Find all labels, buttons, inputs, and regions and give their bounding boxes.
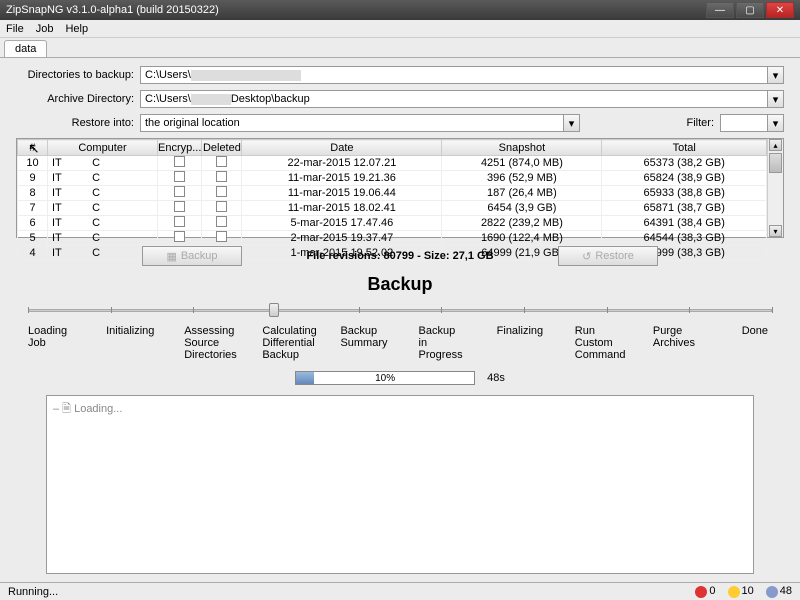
restore-label: Restore into: xyxy=(16,117,134,129)
stage-label: Done xyxy=(731,325,772,361)
disk-icon: ▦ xyxy=(166,250,176,263)
table-row[interactable]: 9IT C11-mar-2015 19.21.36396 (52,9 MB)65… xyxy=(18,171,767,186)
section-title: Backup xyxy=(16,274,784,295)
revision-info: File revisions: 80799 - Size: 27,1 GB xyxy=(250,250,550,262)
menubar: File Job Help xyxy=(0,20,800,38)
log-box: – 🗎 Loading... xyxy=(46,395,754,574)
filter-label: Filter: xyxy=(596,117,714,129)
stage-label: RunCustomCommand xyxy=(575,325,653,361)
dirs-combo[interactable]: C:\Users\ ▾ xyxy=(140,66,784,84)
progress-slider[interactable] xyxy=(28,303,772,317)
tab-data[interactable]: data xyxy=(4,40,47,57)
menu-help[interactable]: Help xyxy=(65,23,88,35)
checkbox[interactable] xyxy=(216,186,227,197)
minimize-button[interactable]: — xyxy=(706,2,734,18)
menu-file[interactable]: File xyxy=(6,23,24,35)
col-header[interactable]: Deleted xyxy=(202,140,242,156)
dirs-label: Directories to backup: xyxy=(16,69,134,81)
checkbox[interactable] xyxy=(216,171,227,182)
stage-label: CalculatingDifferentialBackup xyxy=(262,325,340,361)
status-info: 48 xyxy=(766,585,792,597)
stage-label: AssessingSourceDirectories xyxy=(184,325,262,361)
archive-value-post: Desktop\backup xyxy=(231,93,310,105)
stages-row: LoadingJobInitializingAssessingSourceDir… xyxy=(28,325,772,361)
restore-button[interactable]: ↺ Restore xyxy=(558,246,658,266)
stage-label: Finalizing xyxy=(497,325,575,361)
col-header[interactable]: Total xyxy=(602,140,767,156)
log-line: Loading... xyxy=(74,403,122,415)
table-row[interactable]: 6IT C5-mar-2015 17.47.462822 (239,2 MB)6… xyxy=(18,216,767,231)
slider-handle[interactable] xyxy=(269,303,279,317)
col-header[interactable]: Encryp... xyxy=(158,140,202,156)
stage-label: Initializing xyxy=(106,325,184,361)
chevron-down-icon[interactable]: ▾ xyxy=(767,67,783,83)
close-button[interactable]: ✕ xyxy=(766,2,794,18)
col-header[interactable]: Date xyxy=(242,140,442,156)
chevron-down-icon[interactable]: ▾ xyxy=(563,115,579,131)
snapshot-table: #ComputerEncryp...DeletedDateSnapshotTot… xyxy=(16,138,784,238)
chevron-down-icon[interactable]: ▾ xyxy=(767,115,783,131)
dirs-value: C:\Users\ xyxy=(145,69,191,81)
stage-label: PurgeArchives xyxy=(653,325,731,361)
table-row[interactable]: 7IT C11-mar-2015 18.02.416454 (3,9 GB)65… xyxy=(18,201,767,216)
file-icon: – 🗎 xyxy=(53,403,74,415)
table-row[interactable]: 5IT C2-mar-2015 19.37.471690 (122,4 MB)6… xyxy=(18,231,767,246)
archive-value-pre: C:\Users\ xyxy=(145,93,191,105)
info-icon xyxy=(766,586,778,598)
checkbox[interactable] xyxy=(174,231,185,242)
backup-button[interactable]: ▦ Backup xyxy=(142,246,242,266)
restore-combo[interactable]: the original location ▾ xyxy=(140,114,580,132)
table-row[interactable]: 10IT C22-mar-2015 12.07.214251 (874,0 MB… xyxy=(18,156,767,171)
statusbar: Running... 0 10 48 xyxy=(0,582,800,600)
col-header[interactable]: Computer xyxy=(48,140,158,156)
restore-value: the original location xyxy=(145,117,240,129)
progress-bar: 10% xyxy=(295,371,475,385)
checkbox[interactable] xyxy=(174,156,185,167)
checkbox[interactable] xyxy=(174,171,185,182)
col-header[interactable]: # xyxy=(18,140,48,156)
tabstrip: data xyxy=(0,38,800,58)
checkbox[interactable] xyxy=(216,216,227,227)
col-header[interactable]: Snapshot xyxy=(442,140,602,156)
status-error: 0 xyxy=(695,585,715,597)
checkbox[interactable] xyxy=(174,216,185,227)
menu-job[interactable]: Job xyxy=(36,23,54,35)
chevron-down-icon[interactable]: ▾ xyxy=(767,91,783,107)
progress-pct: 10% xyxy=(296,372,474,386)
checkbox[interactable] xyxy=(216,201,227,212)
archive-label: Archive Directory: xyxy=(16,93,134,105)
restore-icon: ↺ xyxy=(582,250,591,263)
status-warn: 10 xyxy=(728,585,754,597)
checkbox[interactable] xyxy=(174,186,185,197)
progress-time: 48s xyxy=(487,372,505,384)
checkbox[interactable] xyxy=(216,156,227,167)
checkbox[interactable] xyxy=(174,201,185,212)
window-title: ZipSnapNG v3.1.0-alpha1 (build 20150322) xyxy=(6,4,219,16)
stage-label: LoadingJob xyxy=(28,325,106,361)
titlebar: ZipSnapNG v3.1.0-alpha1 (build 20150322)… xyxy=(0,0,800,20)
scroll-thumb[interactable] xyxy=(769,153,782,173)
scroll-down-icon[interactable]: ▾ xyxy=(769,225,782,237)
scroll-up-icon[interactable]: ▴ xyxy=(769,139,782,151)
maximize-button[interactable]: ▢ xyxy=(736,2,764,18)
status-text: Running... xyxy=(8,586,58,598)
stage-label: BackupSummary xyxy=(340,325,418,361)
stage-label: BackupinProgress xyxy=(419,325,497,361)
table-row[interactable]: 8IT C11-mar-2015 19.06.44187 (26,4 MB)65… xyxy=(18,186,767,201)
warn-icon xyxy=(728,586,740,598)
table-scrollbar[interactable]: ▴ ▾ xyxy=(767,139,783,237)
filter-combo[interactable]: ▾ xyxy=(720,114,784,132)
error-icon xyxy=(695,586,707,598)
archive-combo[interactable]: C:\Users\ Desktop\backup ▾ xyxy=(140,90,784,108)
checkbox[interactable] xyxy=(216,231,227,242)
